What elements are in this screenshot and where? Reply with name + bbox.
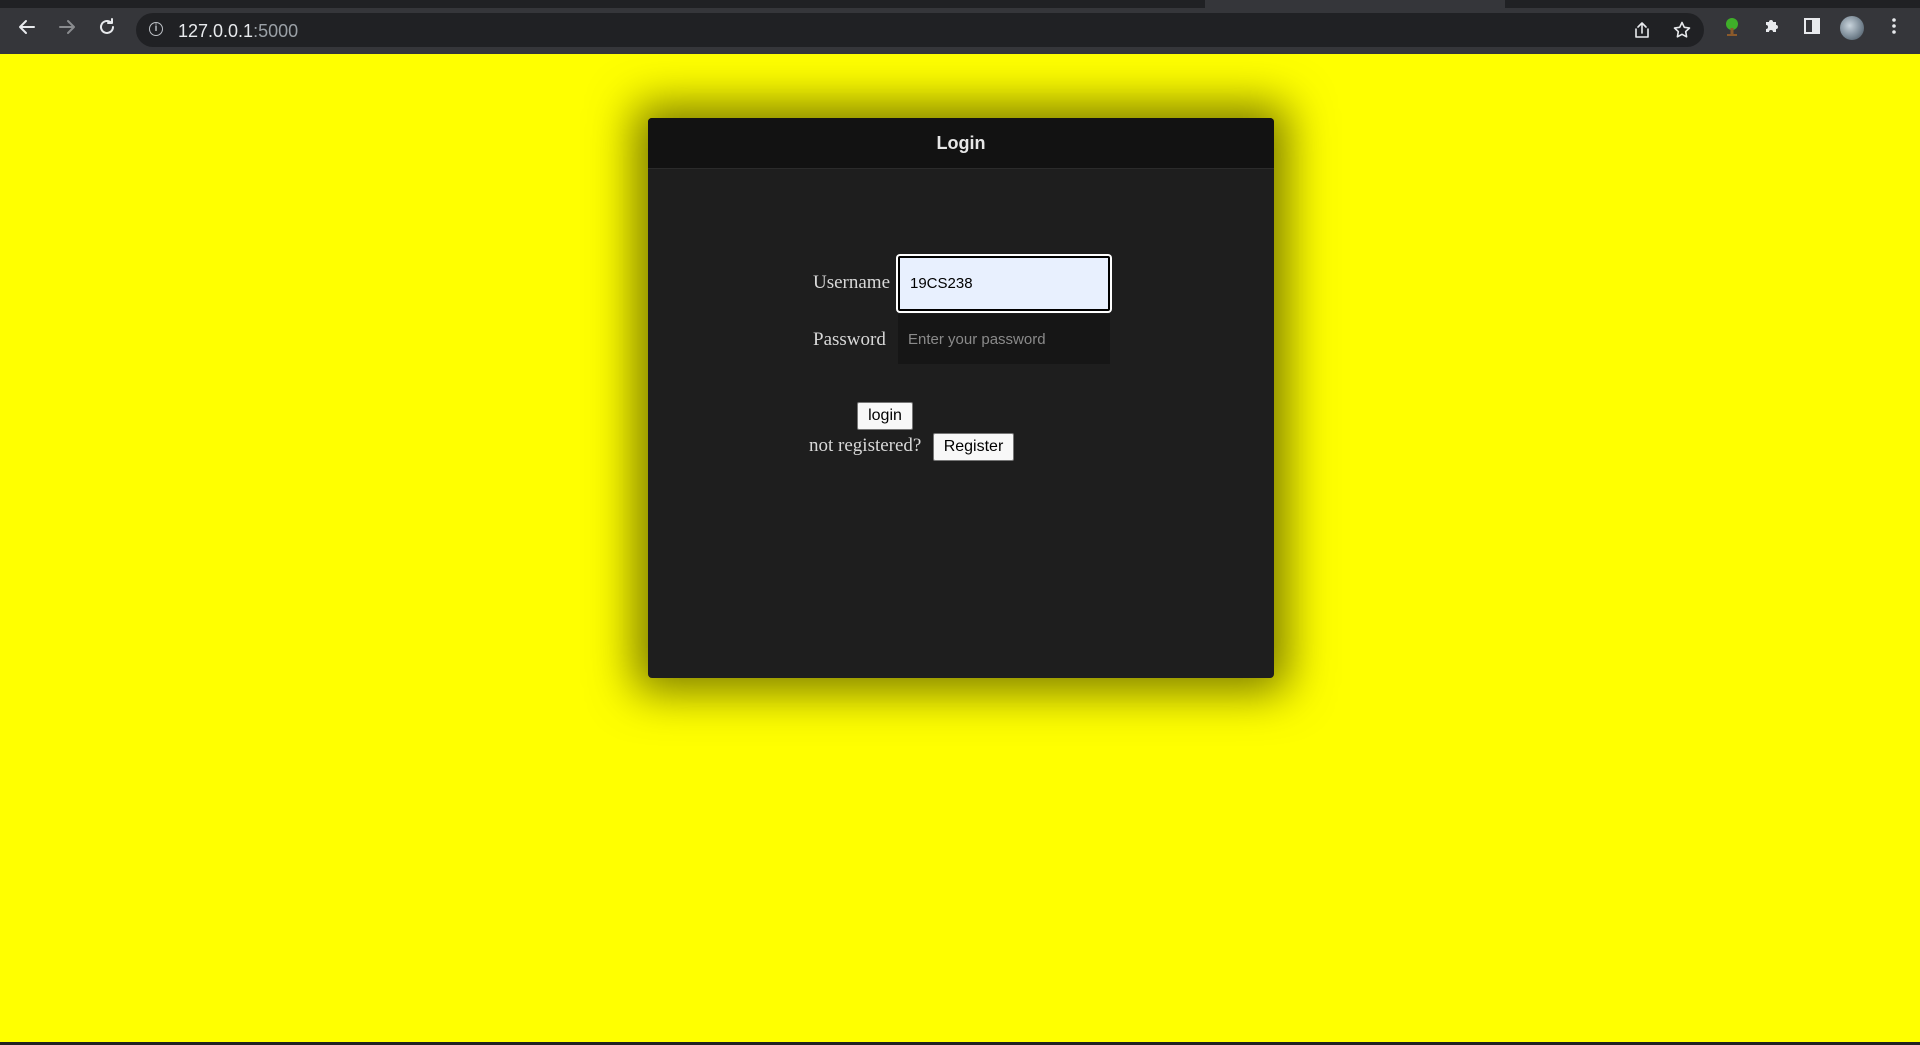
login-card: Login Username Password login not regist… [648,118,1274,678]
url-host: 127.0.0.1 [178,21,254,41]
password-label: Password [813,329,886,350]
bookmark-star-icon[interactable] [1672,20,1692,40]
username-label: Username [813,272,891,293]
not-registered-text: not registered? [809,435,922,456]
site-info-icon[interactable]: i [149,22,163,36]
share-icon[interactable] [1632,20,1652,40]
login-title: Login [648,118,1274,169]
register-button[interactable]: Register [933,433,1014,461]
username-input[interactable] [898,256,1110,311]
forward-icon[interactable] [54,14,80,40]
address-bar[interactable]: i 127.0.0.1:5000 [136,13,1704,47]
browser-menu-icon[interactable] [1882,16,1906,40]
tab-strip [0,0,1920,8]
extensions-puzzle-icon[interactable] [1760,16,1784,40]
login-button[interactable]: login [857,402,913,430]
profile-avatar[interactable] [1840,16,1864,40]
browser-toolbar: i 127.0.0.1:5000 [0,0,1920,54]
address-bar-url[interactable]: 127.0.0.1:5000 [178,21,298,42]
back-icon[interactable] [14,14,40,40]
active-tab[interactable] [1205,0,1505,8]
url-port: :5000 [253,21,299,41]
side-panel-icon[interactable] [1800,16,1824,40]
extension-tree-icon[interactable] [1720,16,1744,40]
reload-icon[interactable] [94,14,120,40]
password-input[interactable] [898,314,1110,364]
page-content: Login Username Password login not regist… [0,54,1920,1045]
